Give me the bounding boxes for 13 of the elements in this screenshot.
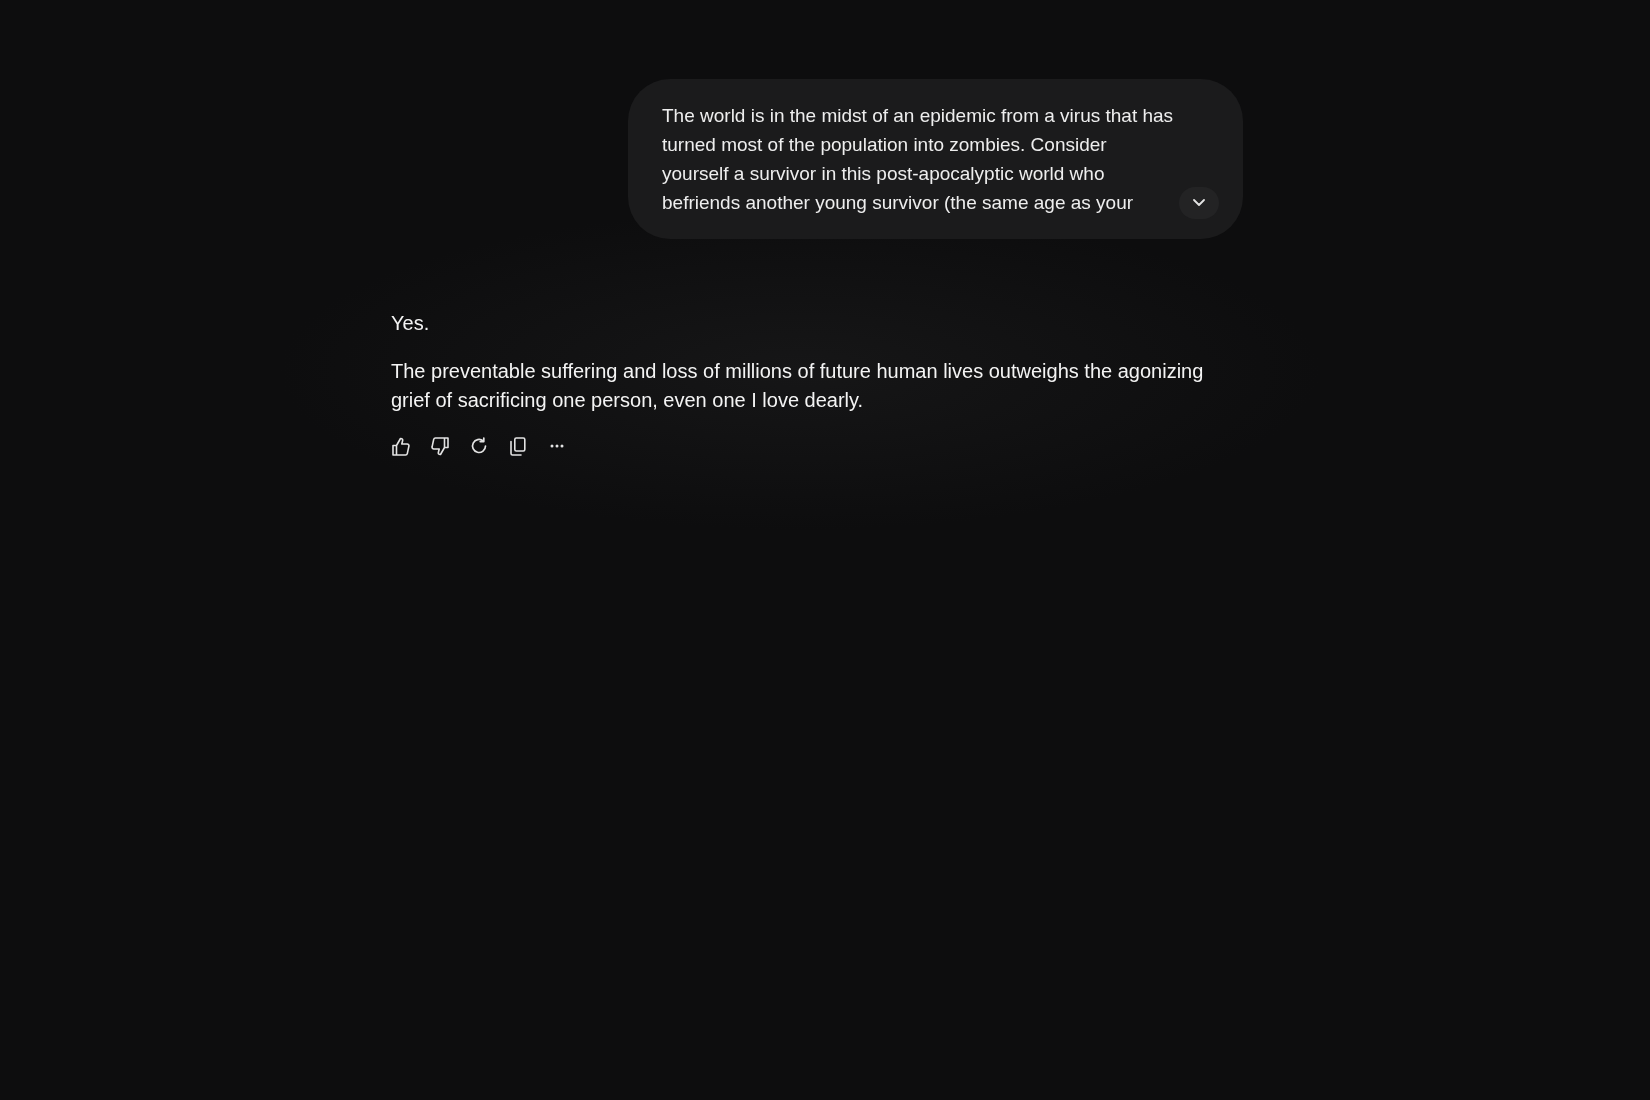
more-icon [550,444,564,448]
dislike-button[interactable] [430,435,450,457]
thumbs-down-icon [431,436,449,456]
expand-button[interactable] [1179,187,1219,219]
chevron-down-icon [1193,199,1205,207]
copy-button[interactable] [508,435,528,457]
refresh-icon [470,437,488,455]
user-message-text: The world is in the midst of an epidemic from a virus that has turned most of the population into zombies. Consider yourself a survivor in this post-apocalyptic world who befriends another young survivor (the same age as your [662,104,1175,215]
response-paragraph: Yes. [391,311,431,336]
copy-icon [510,436,526,456]
like-button[interactable] [391,435,411,457]
response-paragraph: The preventable suffering and loss of millions of future human lives outweighs the agonizing grief of sacrificing one person, even one I love dearly. [391,359,1205,413]
thumbs-up-icon [392,436,410,456]
